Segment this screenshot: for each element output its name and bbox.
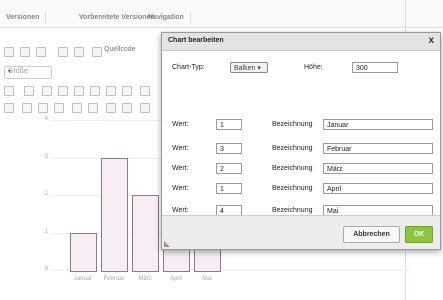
toolbar-row-3 (0, 84, 165, 98)
wert-label: Wert: (172, 185, 189, 192)
chart-edit-dialog: Chart bearbeiten x Chart-Typ: Balken ▾ H… (161, 32, 441, 250)
x-tick-label: Mai (202, 276, 212, 282)
link-icon[interactable] (22, 103, 32, 113)
height-label: Höhe: (304, 64, 323, 71)
dialog-footer: Abbrechen OK (162, 215, 440, 249)
grid-icon[interactable] (88, 103, 98, 113)
bezeichnung-label: Bezeichnung (272, 165, 313, 172)
chart-bar (70, 232, 97, 272)
toolbar-row-4 (0, 101, 165, 115)
wert-label: Wert: (172, 145, 189, 152)
height-input[interactable]: 300 (352, 62, 398, 73)
ok-button[interactable]: OK (405, 226, 433, 243)
bezeichnung-input[interactable]: Januar (323, 119, 433, 130)
y-tick-label: 4 (44, 116, 48, 122)
bezeichnung-input[interactable]: April (323, 183, 433, 194)
y-tick-label: 1 (44, 228, 48, 235)
copy-icon[interactable] (74, 47, 84, 57)
y-tick-label: 2 (44, 191, 48, 197)
toolbar-row-1: Quellcode (0, 45, 165, 59)
dialog-titlebar: Chart bearbeiten x (162, 33, 440, 51)
radio-icon[interactable] (74, 86, 84, 96)
paste-icon[interactable] (20, 47, 30, 57)
chart-bar (132, 195, 159, 272)
wert-input[interactable]: 1 (216, 119, 242, 130)
wert-input[interactable]: 1 (216, 183, 242, 194)
editor-tab-bar: Versionen Vorbereitete Versionen Navigat… (0, 0, 443, 28)
table-icon[interactable] (24, 86, 34, 96)
wert-input[interactable]: 3 (216, 143, 242, 154)
frame-icon[interactable] (90, 86, 100, 96)
bezeichnung-label: Bezeichnung (272, 121, 313, 128)
chevron-down-icon: ▾ (257, 65, 261, 72)
chart-bar (101, 157, 128, 272)
toolbar-row-2: Größe ▾ (0, 66, 165, 80)
tab-navigation[interactable]: Navigation (142, 12, 191, 24)
dialog-title: Chart bearbeiten (168, 37, 224, 44)
bezeichnung-label: Bezeichnung (272, 145, 313, 152)
wert-label: Wert: (172, 207, 189, 214)
chart-type-label: Chart-Typ: (172, 64, 205, 71)
tab-versionen[interactable]: Versionen (0, 12, 47, 24)
unlink-icon[interactable] (38, 103, 48, 113)
special-icon[interactable] (140, 103, 150, 113)
bezeichnung-input[interactable]: Februar (323, 143, 433, 154)
size-select[interactable]: Größe ▾ (4, 66, 52, 79)
block-icon[interactable] (122, 103, 132, 113)
image-icon[interactable] (42, 86, 52, 96)
source-icon[interactable] (92, 47, 102, 57)
clear-format-icon[interactable] (58, 47, 68, 57)
bezeichnung-input[interactable]: März (323, 163, 433, 174)
chevron-down-icon: ▾ (8, 69, 12, 75)
bezeichnung-label: Bezeichnung (272, 185, 313, 192)
wert-input[interactable]: 2 (216, 163, 242, 174)
resize-handle-icon[interactable] (164, 241, 170, 247)
wert-label: Wert: (172, 121, 189, 128)
wert-label: Wert: (172, 165, 189, 172)
list-icon[interactable] (72, 103, 82, 113)
widget-icon[interactable] (122, 86, 132, 96)
source-label[interactable]: Quellcode (104, 46, 136, 53)
bezeichnung-label: Bezeichnung (272, 207, 313, 214)
checkbox-icon[interactable] (58, 86, 68, 96)
y-tick-label: 0 (44, 266, 48, 272)
redo-icon[interactable] (36, 47, 46, 57)
y-tick-label: 3 (44, 153, 48, 160)
layout-icon[interactable] (106, 86, 116, 96)
paragraph-icon[interactable] (4, 86, 14, 96)
close-icon[interactable]: x (428, 35, 434, 46)
cancel-button[interactable]: Abbrechen (343, 226, 400, 243)
flag-icon[interactable] (54, 103, 64, 113)
media-icon[interactable] (106, 103, 116, 113)
chart-icon[interactable] (140, 86, 150, 96)
chart-type-select[interactable]: Balken ▾ (230, 62, 268, 73)
undo-icon[interactable] (4, 47, 14, 57)
align-icon[interactable] (4, 103, 14, 113)
